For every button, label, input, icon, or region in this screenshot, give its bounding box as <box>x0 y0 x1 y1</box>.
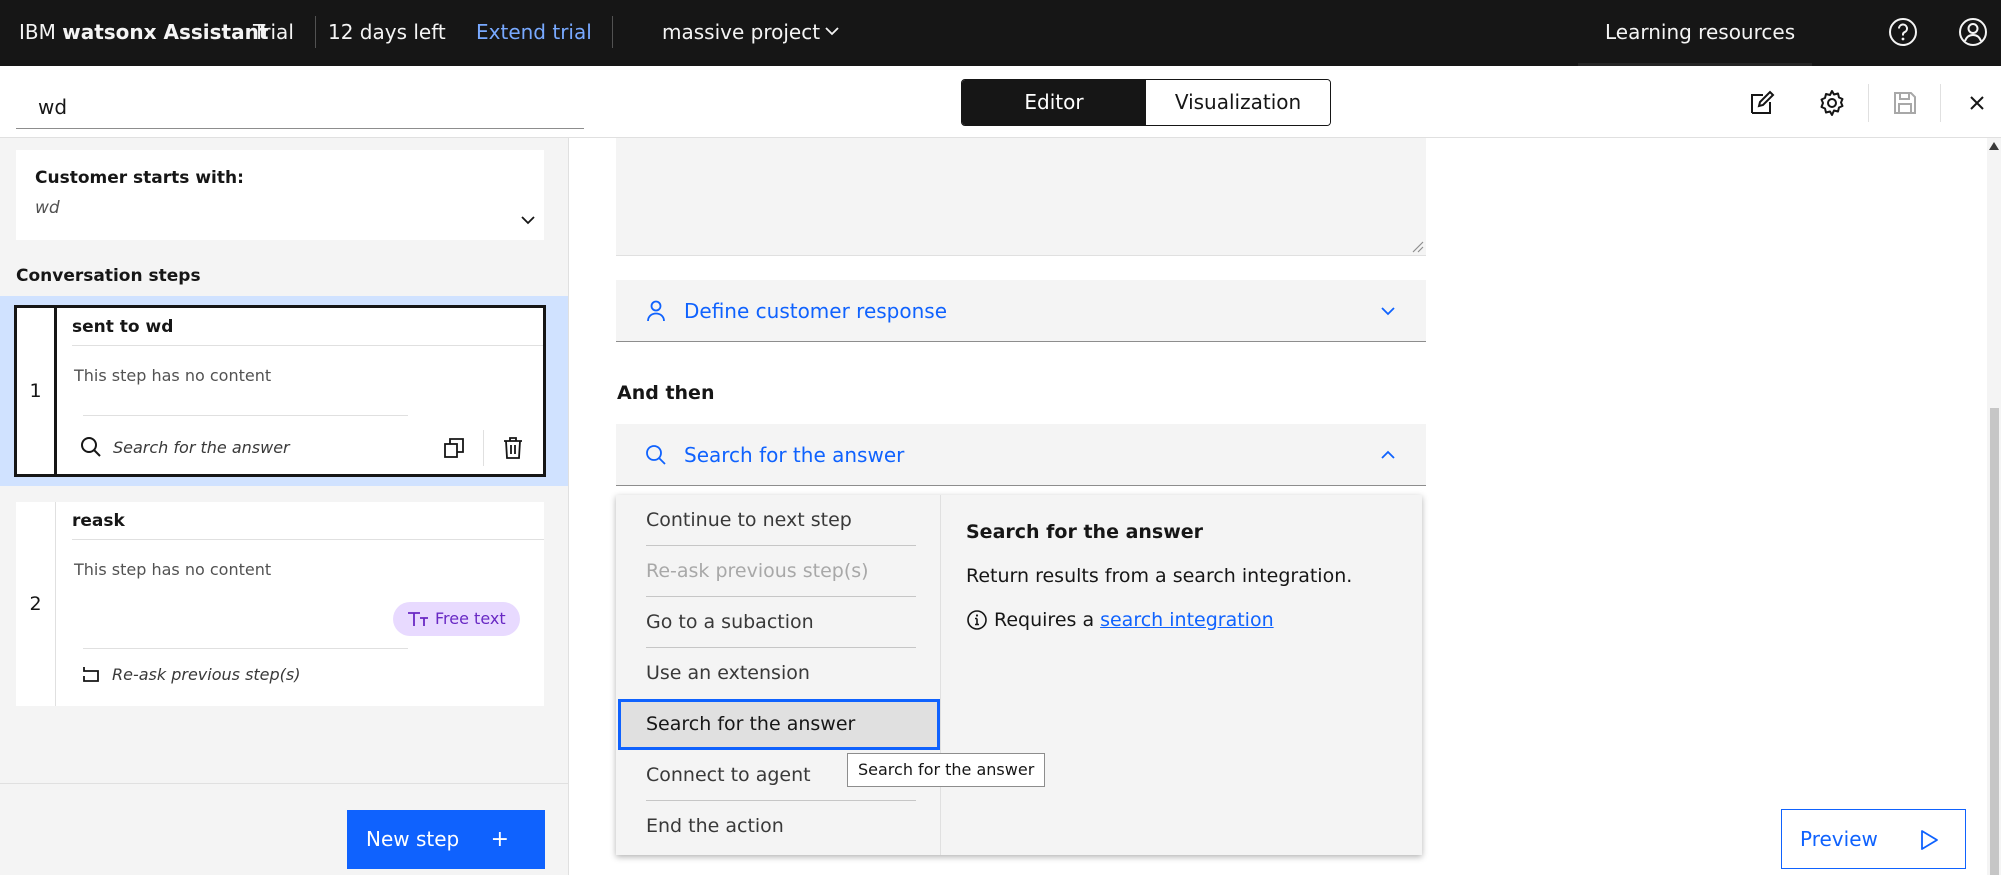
step-number: 2 <box>16 502 56 706</box>
scrollbar-thumb[interactable] <box>1990 408 1999 875</box>
dropdown-options: Continue to next step Re-ask previous st… <box>616 495 941 855</box>
define-customer-response-label: Define customer response <box>684 299 948 323</box>
main-scrollbar[interactable] <box>1987 138 2001 875</box>
option-label: End the action <box>646 815 784 837</box>
option-use-an-extension[interactable]: Use an extension <box>616 648 941 699</box>
tab-visualization[interactable]: Visualization <box>1146 80 1330 125</box>
step-action: Search for the answer <box>79 435 290 459</box>
edit-icon[interactable] <box>1747 88 1777 118</box>
option-label: Continue to next step <box>646 509 852 531</box>
project-switcher[interactable]: massive project <box>662 0 820 66</box>
divider <box>1868 84 1869 122</box>
starts-label: Customer starts with: <box>35 168 244 188</box>
new-step-button[interactable]: New step + <box>347 810 545 869</box>
free-text-badge: Free text <box>393 602 520 636</box>
conversation-steps-heading: Conversation steps <box>16 266 201 286</box>
and-then-heading: And then <box>617 382 715 404</box>
trash-icon[interactable] <box>501 436 525 460</box>
help-icon[interactable] <box>1887 16 1919 48</box>
divider <box>612 16 613 48</box>
learning-resources-button[interactable]: Learning resources <box>1578 0 1812 66</box>
chevron-down-icon[interactable] <box>518 210 538 230</box>
and-then-dropdown: Continue to next step Re-ask previous st… <box>616 495 1422 855</box>
step-title: sent to wd <box>72 308 543 346</box>
divider <box>83 415 408 416</box>
chevron-up-icon <box>1381 450 1395 459</box>
scroll-up-icon[interactable] <box>1989 142 1999 150</box>
search-icon <box>81 437 101 457</box>
step-action-label: Re-ask previous step(s) <box>112 664 301 684</box>
user-avatar-icon[interactable] <box>1957 16 1989 48</box>
preview-button[interactable]: Preview <box>1781 809 1966 869</box>
option-label: Search for the answer <box>646 713 856 735</box>
search-icon <box>646 445 666 465</box>
step-card[interactable]: 1 sent to wd This step has no content Se… <box>14 305 546 477</box>
free-text-icon <box>408 612 428 626</box>
detail-title: Search for the answer <box>966 521 1204 543</box>
option-label: Use an extension <box>646 662 810 684</box>
step-title: reask <box>72 502 544 540</box>
option-go-to-subaction[interactable]: Go to a subaction <box>616 597 941 648</box>
tab-editor[interactable]: Editor <box>962 80 1146 125</box>
step-card[interactable]: 2 reask This step has no content Free te… <box>16 502 544 706</box>
resize-handle-icon[interactable] <box>1410 239 1424 253</box>
view-switcher: Editor Visualization <box>961 79 1331 126</box>
option-continue-to-next-step[interactable]: Continue to next step <box>616 495 941 546</box>
extend-trial-link[interactable]: Extend trial <box>476 0 592 66</box>
free-text-label: Free text <box>435 609 506 628</box>
step-action: Re-ask previous step(s) <box>80 664 301 684</box>
step-content: This step has no content <box>74 366 272 385</box>
step-number: 1 <box>17 308 57 474</box>
and-then-selected-label: Search for the answer <box>684 443 905 467</box>
preview-label: Preview <box>1800 827 1878 851</box>
and-then-select[interactable]: Search for the answer <box>616 424 1426 486</box>
learning-resources-label: Learning resources <box>1605 20 1796 44</box>
person-icon <box>647 300 665 322</box>
define-customer-response-accordion[interactable]: Define customer response <box>616 280 1426 342</box>
new-step-label: New step <box>366 827 460 851</box>
option-label: Connect to agent <box>646 764 811 786</box>
save-icon[interactable] <box>1890 88 1920 118</box>
option-label: Go to a subaction <box>646 611 814 633</box>
play-icon <box>1921 830 1938 850</box>
chevron-down-icon[interactable] <box>823 22 841 40</box>
option-reask-previous-steps: Re-ask previous step(s) <box>616 546 941 597</box>
divider <box>1940 84 1941 122</box>
settings-icon[interactable] <box>1817 88 1847 118</box>
copy-icon[interactable] <box>442 436 466 460</box>
chevron-down-icon <box>1381 307 1395 316</box>
trial-days-left: 12 days left <box>328 20 446 44</box>
product-brand[interactable]: IBM watsonx Assistant <box>19 0 268 66</box>
add-icon: + <box>490 827 509 852</box>
step-content: This step has no content <box>74 560 272 579</box>
divider <box>83 648 408 649</box>
option-search-for-the-answer[interactable]: Search for the answer <box>618 699 940 750</box>
divider <box>483 430 484 466</box>
assistant-says-textarea[interactable] <box>616 138 1426 256</box>
action-name-input[interactable]: wd <box>16 85 584 129</box>
reask-icon <box>83 667 99 682</box>
steps-sidebar: Customer starts with: wd Conversation st… <box>0 138 569 875</box>
option-end-the-action[interactable]: End the action <box>616 801 941 852</box>
search-integration-link[interactable]: search integration <box>1100 609 1274 631</box>
brand-prefix: IBM <box>19 20 56 44</box>
detail-requirement: Requires a search integration <box>966 609 1274 631</box>
requirement-prefix: Requires a <box>994 609 1095 631</box>
divider <box>0 783 568 784</box>
top-nav-bar: IBM watsonx Assistant Trial 12 days left… <box>0 0 2001 66</box>
option-tooltip: Search for the answer <box>847 753 1046 787</box>
detail-description: Return results from a search integration… <box>966 565 1353 587</box>
customer-starts-card[interactable]: Customer starts with: wd <box>16 150 544 240</box>
brand-name: watsonx Assistant <box>62 20 269 44</box>
starts-value: wd <box>35 198 60 218</box>
close-icon[interactable] <box>1962 88 1992 118</box>
step-action-label: Search for the answer <box>113 437 290 457</box>
option-label: Re-ask previous step(s) <box>646 560 869 582</box>
plan-label: Trial <box>253 20 294 44</box>
info-icon <box>967 610 987 630</box>
divider <box>315 16 316 48</box>
